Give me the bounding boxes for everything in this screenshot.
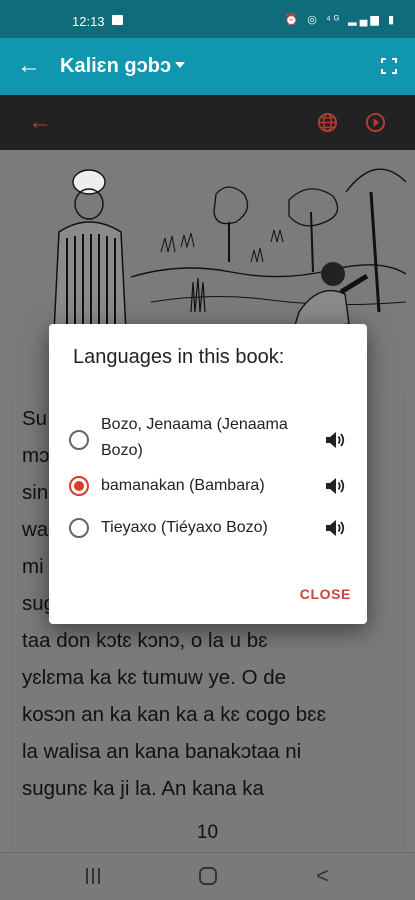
- status-indicators: ⏰ ◎ ⁴ᴳ ▂▄▆ ▮: [284, 14, 397, 26]
- language-label: Tieyaxo (Tiéyaxo Bozo): [101, 519, 268, 536]
- image-notification-icon: [112, 15, 123, 25]
- status-bar: 12:13 ⏰ ◎ ⁴ᴳ ▂▄▆ ▮: [0, 0, 415, 38]
- app-bar: ← Kaliɛn gɔbɔ: [0, 38, 415, 95]
- speaker-icon[interactable]: [324, 476, 346, 496]
- languages-dialog: Languages in this book: Bozo, Jenaama (J…: [49, 324, 367, 624]
- speaker-icon[interactable]: [324, 518, 346, 538]
- previous-page-icon[interactable]: ←: [28, 108, 52, 136]
- fullscreen-icon[interactable]: [381, 58, 397, 74]
- page-number: 10: [196, 822, 219, 843]
- radio-button[interactable]: [69, 518, 89, 538]
- status-time: 12:13: [72, 14, 105, 29]
- title-dropdown-icon[interactable]: [175, 62, 185, 68]
- reader-toolbar: ←: [0, 95, 415, 150]
- language-option-jenaama[interactable]: Bozo, Jenaama (Jenaama Bozo): [49, 412, 367, 459]
- system-nav-bar: <: [0, 852, 415, 900]
- language-label: Bozo, Jenaama (Jenaama Bozo): [101, 416, 288, 459]
- radio-button-selected[interactable]: [69, 476, 89, 496]
- radio-button[interactable]: [69, 430, 89, 450]
- language-label: bamanakan (Bambara): [101, 477, 265, 494]
- book-title[interactable]: Kaliɛn gɔbɔ: [60, 55, 171, 78]
- speaker-icon[interactable]: [324, 430, 346, 450]
- play-icon[interactable]: [365, 112, 386, 133]
- language-option-bambara[interactable]: bamanakan (Bambara): [49, 474, 367, 514]
- home-icon[interactable]: [199, 867, 217, 885]
- language-option-tieyaxo[interactable]: Tieyaxo (Tiéyaxo Bozo): [49, 516, 367, 556]
- recents-icon[interactable]: [86, 868, 100, 884]
- globe-icon[interactable]: [317, 112, 338, 133]
- back-arrow-icon[interactable]: ←: [17, 52, 41, 80]
- dialog-title: Languages in this book:: [73, 346, 285, 368]
- close-button[interactable]: CLOSE: [300, 586, 351, 602]
- nav-back-icon[interactable]: <: [316, 863, 329, 889]
